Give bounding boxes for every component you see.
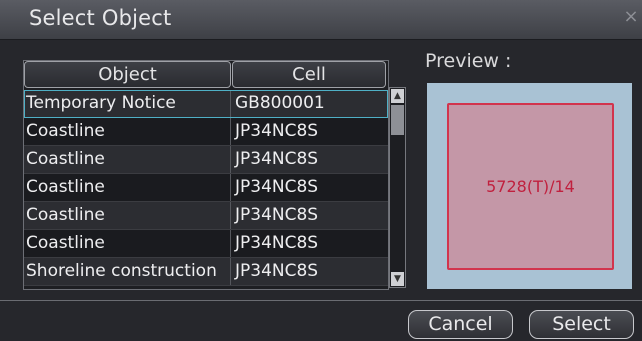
- cell-name: JP34NC8S: [235, 177, 319, 197]
- object-name: Coastline: [24, 146, 231, 173]
- cell-name: JP34NC8S: [235, 233, 319, 253]
- cell-name: JP34NC8S: [235, 149, 319, 169]
- table-row[interactable]: Shoreline construction JP34NC8S: [24, 258, 388, 286]
- object-name: Coastline: [24, 118, 231, 145]
- divider: [0, 300, 642, 301]
- scroll-thumb[interactable]: [391, 105, 404, 135]
- scroll-up-icon[interactable]: ▲: [391, 89, 404, 103]
- preview-object-text: 5728(T)/14: [486, 177, 575, 196]
- table-scrollbar[interactable]: ▲ ▼: [389, 87, 406, 288]
- object-name: Temporary Notice: [24, 90, 231, 117]
- select-button[interactable]: Select: [529, 310, 634, 339]
- cancel-button[interactable]: Cancel: [408, 310, 513, 339]
- object-table: Object Cell Temporary Notice GB800001 Co…: [23, 60, 389, 290]
- dialog-title: Select Object: [29, 6, 172, 30]
- table-row[interactable]: Coastline JP34NC8S: [24, 202, 388, 230]
- preview-label: Preview :: [425, 50, 512, 72]
- close-icon[interactable]: ×: [622, 7, 640, 27]
- object-name: Coastline: [24, 174, 231, 201]
- scroll-down-icon[interactable]: ▼: [391, 272, 404, 286]
- object-name: Coastline: [24, 230, 231, 257]
- cell-name: GB800001: [235, 93, 325, 113]
- table-row[interactable]: Temporary Notice GB800001: [24, 90, 388, 118]
- object-name: Shoreline construction: [24, 258, 231, 285]
- table-row[interactable]: Coastline JP34NC8S: [24, 146, 388, 174]
- table-body: Temporary Notice GB800001 Coastline JP34…: [24, 90, 388, 286]
- preview-object-box: 5728(T)/14: [447, 103, 614, 270]
- cell-name: JP34NC8S: [235, 121, 319, 141]
- object-name: Coastline: [24, 202, 231, 229]
- preview-pane: 5728(T)/14: [427, 83, 632, 289]
- title-bar: Select Object ×: [0, 0, 642, 40]
- column-header-cell[interactable]: Cell: [232, 61, 386, 88]
- table-row[interactable]: Coastline JP34NC8S: [24, 230, 388, 258]
- table-header: Object Cell: [24, 61, 388, 88]
- table-row[interactable]: Coastline JP34NC8S: [24, 174, 388, 202]
- column-header-object[interactable]: Object: [24, 61, 231, 88]
- cell-name: JP34NC8S: [235, 205, 319, 225]
- table-row[interactable]: Coastline JP34NC8S: [24, 118, 388, 146]
- cell-name: JP34NC8S: [235, 261, 319, 281]
